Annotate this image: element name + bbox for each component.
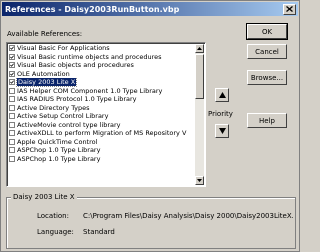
browse-button[interactable]: Browse... [247,70,287,85]
checkmark-icon [10,72,14,76]
details-title: Daisy 2003 Lite X [11,193,77,201]
references-listbox[interactable]: Visual Basic For Applications Visual Basi… [6,42,206,187]
reference-item[interactable]: ASPChop 1.0 Type Library [8,146,195,155]
up-arrow-icon [197,47,202,50]
reference-item-label: ASPChop 1.0 Type Library [17,146,101,155]
reference-item[interactable]: Visual Basic runtime objects and procedu… [8,53,195,62]
reference-item-label: OLE Automation [17,69,70,78]
reference-item-label: Active Setup Control Library [17,112,109,121]
language-value: Standard [83,228,115,236]
reference-item-label: Visual Basic runtime objects and procedu… [17,52,162,61]
checkmark-icon [10,46,14,51]
up-arrow-icon [218,92,226,98]
reference-item-label: ActiveMovie control type library [17,120,121,129]
priority-down-button[interactable] [215,124,229,138]
reference-checkbox[interactable] [9,45,15,52]
reference-item-label: Apple QuickTime Control [17,137,98,146]
reference-checkbox[interactable] [9,155,15,162]
reference-item[interactable]: IAS Helper COM Component 1.0 Type Librar… [8,87,195,96]
reference-item[interactable]: IAS RADIUS Protocol 1.0 Type Library [8,95,195,104]
help-button[interactable]: Help [247,113,287,128]
reference-item-label: ActiveXDLL to perform Migration of MS Re… [17,129,187,138]
reference-checkbox[interactable] [9,104,15,111]
reference-item[interactable]: OLE Automation [8,70,195,79]
reference-checkbox[interactable] [9,130,15,137]
reference-checkbox[interactable] [9,70,15,77]
reference-item[interactable]: Active Setup Control Library [8,112,195,121]
location-value: C:\Program Files\Daisy Analysis\Daisy 20… [83,212,293,220]
window-title: References - Daisy2003RunButton.vbp [5,4,180,14]
reference-item-label: Visual Basic For Applications [17,44,110,53]
reference-checkbox[interactable] [9,113,15,120]
reference-item[interactable]: Daisy 2003 Lite X [8,78,195,87]
reference-checkbox[interactable] [9,138,15,145]
reference-item-label: IAS Helper COM Component 1.0 Type Librar… [17,86,163,95]
reference-item[interactable]: Visual Basic For Applications [8,44,195,53]
available-references-label: Available References: [7,30,83,38]
cancel-button[interactable]: Cancel [247,44,287,59]
scroll-up-button[interactable] [195,44,204,53]
reference-item[interactable]: Active Directory Types [8,104,195,113]
scroll-down-button[interactable] [195,176,204,185]
reference-checkbox[interactable] [9,96,15,103]
checkmark-icon [10,80,14,85]
reference-checkbox[interactable] [9,121,15,128]
reference-item-label: Active Directory Types [17,103,90,112]
down-arrow-icon [197,179,202,182]
reference-checkbox[interactable] [9,79,15,86]
reference-item[interactable]: ActiveMovie control type library [8,121,195,130]
reference-item[interactable]: Visual Basic objects and procedures [8,61,195,70]
scroll-thumb[interactable] [195,54,204,99]
reference-item-label: IAS RADIUS Protocol 1.0 Type Library [17,95,137,104]
checkmark-icon [10,55,14,59]
location-label: Location: [37,212,69,220]
title-bar[interactable]: References - Daisy2003RunButton.vbp [2,2,298,16]
reference-item-label: ASPChop 1.0 Type Library [17,154,101,163]
reference-item[interactable]: ASPChop 1.0 Type Library [8,155,195,164]
vertical-scrollbar[interactable] [195,44,204,185]
reference-checkbox[interactable] [9,87,15,94]
references-list: Visual Basic For Applications Visual Basi… [8,44,195,163]
ok-button[interactable]: OK [247,24,287,39]
reference-checkbox[interactable] [9,62,15,69]
close-icon [286,6,293,12]
reference-item[interactable]: ActiveXDLL to perform Migration of MS Re… [8,129,195,138]
reference-checkbox[interactable] [9,53,15,60]
priority-up-button[interactable] [215,88,229,102]
reference-item[interactable]: Apple QuickTime Control [8,138,195,147]
reference-item-label: Visual Basic objects and procedures [17,61,134,70]
reference-details-group: Daisy 2003 Lite X Location: C:\Program F… [6,193,296,249]
reference-item-label: Daisy 2003 Lite X [15,78,78,87]
close-button[interactable] [283,3,296,15]
down-arrow-icon [218,128,226,134]
checkmark-icon [10,63,14,68]
reference-checkbox[interactable] [9,147,15,154]
references-dialog: References - Daisy2003RunButton.vbp Avai… [0,0,300,252]
priority-label: Priority [208,110,233,118]
language-label: Language: [37,228,74,236]
